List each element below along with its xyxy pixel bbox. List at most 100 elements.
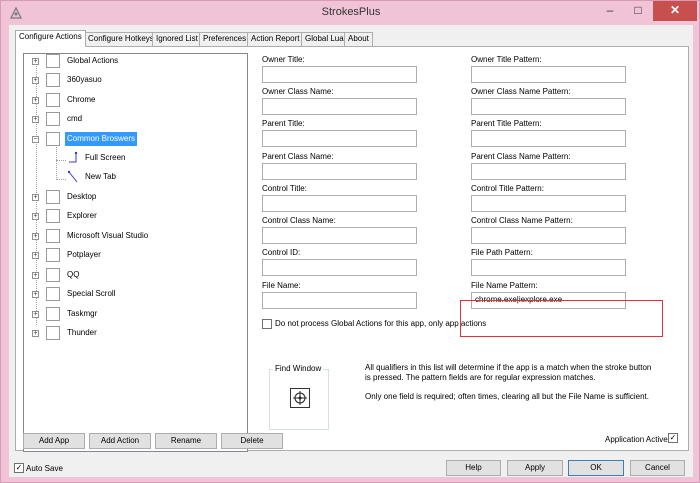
owner-class-name-pattern-field[interactable] [471,98,626,115]
control-id-label: Control ID: [262,248,301,257]
tab-global-lua[interactable]: Global Lua [301,32,348,46]
gesture-stroke-icon [66,151,80,165]
owner-title-field[interactable] [262,66,417,83]
parent-class-name-pattern-label: Parent Class Name Pattern: [471,152,571,161]
auto-save-checkbox[interactable]: ✓ [14,463,24,473]
control-class-name-field[interactable] [262,227,417,244]
control-id-field[interactable] [262,259,417,276]
expand-icon[interactable]: + [32,311,39,318]
parent-class-name-label: Parent Class Name: [262,152,334,161]
auto-save-label: Auto Save [26,464,63,473]
tab-configure-hotkeys[interactable]: Configure Hotkeys [84,32,158,46]
apply-button[interactable]: Apply [507,460,563,476]
delete-button[interactable]: Delete [221,433,283,449]
app-icon [46,229,60,243]
control-class-name-pattern-field[interactable] [471,227,626,244]
expand-icon[interactable]: + [32,116,39,123]
owner-title-label: Owner Title: [262,55,305,64]
tree-item-label: Desktop [67,192,97,201]
app-icon [46,73,60,87]
parent-class-name-field[interactable] [262,163,417,180]
expand-icon[interactable]: + [32,330,39,337]
tab-about[interactable]: About [344,32,373,46]
file-path-pattern-field[interactable] [471,259,626,276]
minimize-button[interactable]: – [597,1,623,21]
expand-icon[interactable]: + [32,233,39,240]
file-name-pattern-label: File Name Pattern: [471,281,538,290]
application-active-checkbox[interactable]: ✓ [668,433,678,443]
owner-title-pattern-field[interactable] [471,66,626,83]
expand-icon[interactable]: + [32,252,39,259]
app-icon [46,112,60,126]
app-icon [46,248,60,262]
tab-ignored-list[interactable]: Ignored List [152,32,202,46]
expand-icon[interactable]: + [32,97,39,104]
file-path-pattern-label: File Path Pattern: [471,248,533,257]
gesture-stroke-icon [66,170,80,184]
tree-item-label: Global Actions [67,56,119,65]
app-icon [46,54,60,68]
parent-title-pattern-field[interactable] [471,130,626,147]
add-app-button[interactable]: Add App [23,433,85,449]
no-global-actions-checkbox[interactable] [262,319,272,329]
tree-item-label: QQ [67,270,80,279]
control-title-pattern-label: Control Title Pattern: [471,184,544,193]
find-window-group: Find Window [269,364,329,430]
expand-icon[interactable]: + [32,272,39,279]
tree-item-label: New Tab [85,172,116,181]
find-window-label: Find Window [273,364,324,373]
tree-item-label: Full Screen [85,153,126,162]
control-class-name-label: Control Class Name: [262,216,336,225]
app-icon [46,209,60,223]
expand-icon[interactable]: + [32,291,39,298]
close-button[interactable]: ✕ [653,1,697,21]
expand-icon[interactable]: + [32,213,39,220]
owner-class-name-pattern-label: Owner Class Name Pattern: [471,87,571,96]
app-icon [46,307,60,321]
owner-class-name-field[interactable] [262,98,417,115]
file-name-field[interactable] [262,292,417,309]
tree-item-label: Chrome [67,95,96,104]
app-tree[interactable]: + Global Actions + 360yasuo + Chrome + c… [23,53,248,452]
control-title-pattern-field[interactable] [471,195,626,212]
app-icon [46,326,60,340]
help-button[interactable]: Help [446,460,501,476]
tab-preferences[interactable]: Preferences [199,32,251,46]
tree-item-label: cmd [67,114,83,123]
parent-class-name-pattern-field[interactable] [471,163,626,180]
control-title-field[interactable] [262,195,417,212]
owner-title-pattern-label: Owner Title Pattern: [471,55,542,64]
tree-item-label: Common Broswers [65,132,138,146]
tree-item-label: Explorer [67,211,97,220]
app-icon [46,132,60,146]
app-icon [46,287,60,301]
add-action-button[interactable]: Add Action [89,433,151,449]
no-global-actions-label: Do not process Global Actions for this a… [275,319,487,328]
application-active-label: Application Active [605,435,668,444]
title-bar[interactable]: StrokesPlus – □ ✕ [1,1,700,25]
app-icon [46,268,60,282]
main-window: StrokesPlus – □ ✕ Configure Actions Conf… [0,0,700,483]
rename-button[interactable]: Rename [155,433,217,449]
collapse-icon[interactable]: − [32,136,39,143]
ok-button[interactable]: OK [568,460,624,476]
tab-configure-actions[interactable]: Configure Actions [15,30,86,47]
expand-icon[interactable]: + [32,194,39,201]
expand-icon[interactable]: + [32,58,39,65]
expand-icon[interactable]: + [32,77,39,84]
parent-title-field[interactable] [262,130,417,147]
tree-item-label: 360yasuo [67,75,102,84]
info-text-qualifiers: All qualifiers in this list will determi… [365,363,652,382]
owner-class-name-label: Owner Class Name: [262,87,334,96]
tree-item-label: Taskmgr [67,309,98,318]
client-area: Configure Actions Configure Hotkeys Igno… [9,25,693,477]
tab-action-report[interactable]: Action Report [247,32,304,46]
file-name-label: File Name: [262,281,301,290]
cancel-button[interactable]: Cancel [630,460,685,476]
tree-item-label: Potplayer [67,250,101,259]
maximize-button[interactable]: □ [625,1,651,21]
crosshair-icon[interactable] [290,388,310,408]
info-text-one-field: Only one field is required; often times,… [365,392,649,401]
app-icon [46,93,60,107]
app-icon [46,190,60,204]
